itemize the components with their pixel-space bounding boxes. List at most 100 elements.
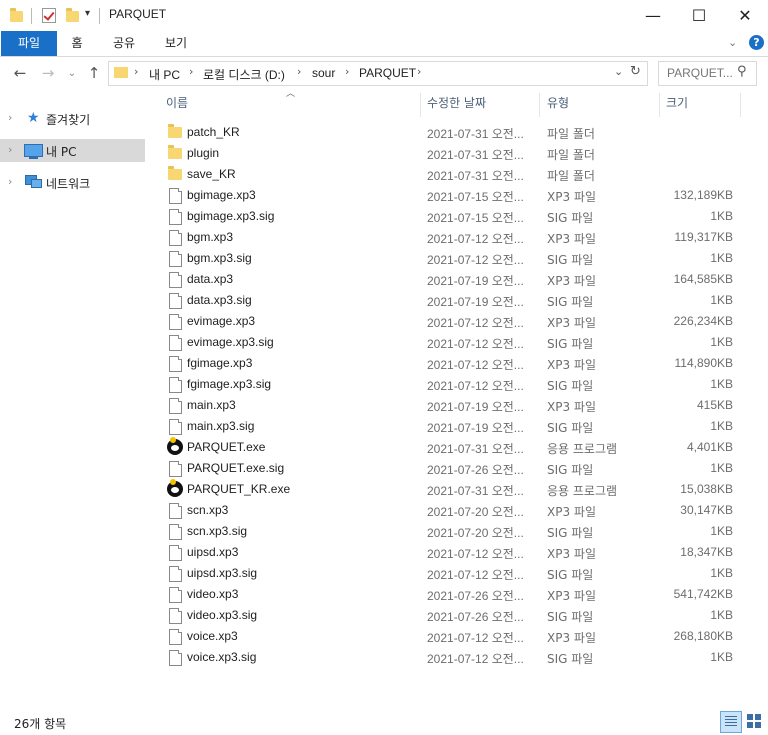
up-button[interactable]: ↑: [84, 62, 104, 84]
chevron-right-icon[interactable]: ›: [8, 111, 12, 124]
file-name: patch_KR: [187, 125, 240, 139]
file-name: PARQUET_KR.exe: [187, 482, 291, 496]
search-box[interactable]: ⚲: [658, 61, 757, 86]
file-icon: [169, 272, 182, 288]
customize-toolbar-icon[interactable]: ▾: [85, 8, 90, 19]
recent-locations-button[interactable]: ⌄: [62, 62, 82, 84]
file-row[interactable]: data.xp3 2021-07-19 오전... XP3 파일 164,585KB: [163, 269, 743, 290]
file-row[interactable]: fgimage.xp3.sig 2021-07-12 오전... SIG 파일 1KB: [163, 374, 743, 395]
tab-share[interactable]: 공유: [106, 31, 142, 56]
column-header-size[interactable]: 크기: [666, 94, 688, 118]
file-row[interactable]: fgimage.xp3 2021-07-12 오전... XP3 파일 114,890…: [163, 353, 743, 374]
nav-item-network[interactable]: › 네트워크: [0, 171, 145, 194]
file-size: 1KB: [710, 377, 733, 391]
file-size: 1KB: [710, 461, 733, 475]
search-input[interactable]: [665, 65, 737, 81]
help-button[interactable]: ?: [749, 35, 764, 50]
chevron-right-icon: ›: [189, 65, 194, 78]
file-name: bgimage.xp3: [187, 188, 256, 202]
chevron-right-icon[interactable]: ›: [8, 143, 12, 156]
column-header-type[interactable]: 유형: [547, 94, 569, 118]
file-row[interactable]: evimage.xp3.sig 2021-07-12 오전... SIG 파일 1KB: [163, 332, 743, 353]
file-row[interactable]: patch_KR 2021-07-31 오전... 파일 폴더: [163, 122, 743, 143]
file-type: SIG 파일: [547, 295, 594, 309]
file-size: 1KB: [710, 419, 733, 433]
breadcrumb-local-disk[interactable]: 로컬 디스크 (D:): [203, 66, 285, 83]
breadcrumb-parquet[interactable]: PARQUET: [359, 66, 416, 80]
search-icon[interactable]: ⚲: [737, 64, 747, 79]
file-row[interactable]: video.xp3 2021-07-26 오전... XP3 파일 541,742KB: [163, 584, 743, 605]
column-divider[interactable]: [539, 93, 540, 117]
file-row[interactable]: save_KR 2021-07-31 오전... 파일 폴더: [163, 164, 743, 185]
file-size: 1KB: [710, 566, 733, 580]
maximize-button[interactable]: ☐: [676, 0, 722, 31]
file-type: SIG 파일: [547, 421, 594, 435]
breadcrumb-sour[interactable]: sour: [312, 66, 335, 80]
file-row[interactable]: bgm.xp3.sig 2021-07-12 오전... SIG 파일 1KB: [163, 248, 743, 269]
address-dropdown-icon[interactable]: ⌄: [614, 65, 623, 78]
file-row[interactable]: PARQUET_KR.exe 2021-07-31 오전... 응용 프로그램 15,…: [163, 479, 743, 500]
file-icon: [169, 293, 182, 309]
file-row[interactable]: PARQUET.exe.sig 2021-07-26 오전... SIG 파일 1KB: [163, 458, 743, 479]
breadcrumb-this-pc[interactable]: 내 PC: [149, 66, 180, 83]
file-row[interactable]: voice.xp3.sig 2021-07-12 오전... SIG 파일 1KB: [163, 647, 743, 668]
back-button[interactable]: ←: [10, 62, 30, 84]
nav-item-this-pc[interactable]: › 내 PC: [0, 139, 145, 162]
large-icons-view-button[interactable]: [744, 711, 764, 731]
expand-ribbon-icon[interactable]: ⌄: [728, 36, 737, 49]
file-date: 2021-07-31 오전...: [427, 127, 524, 141]
chevron-right-icon[interactable]: ›: [8, 175, 12, 188]
tab-file[interactable]: 파일: [1, 31, 57, 56]
file-size: 15,038KB: [680, 482, 733, 496]
tab-home[interactable]: 홈: [64, 31, 90, 56]
file-date: 2021-07-12 오전...: [427, 253, 524, 267]
folder-icon[interactable]: [10, 8, 23, 22]
file-row[interactable]: plugin 2021-07-31 오전... 파일 폴더: [163, 143, 743, 164]
forward-button[interactable]: →: [38, 62, 58, 84]
file-type: SIG 파일: [547, 652, 594, 666]
file-size: 30,147KB: [680, 503, 733, 517]
file-icon: [169, 398, 182, 414]
file-name: data.xp3: [187, 272, 234, 286]
file-row[interactable]: main.xp3 2021-07-19 오전... XP3 파일 415KB: [163, 395, 743, 416]
file-row[interactable]: scn.xp3 2021-07-20 오전... XP3 파일 30,147KB: [163, 500, 743, 521]
details-view-button[interactable]: [720, 711, 742, 733]
tab-view[interactable]: 보기: [158, 31, 194, 56]
folder-icon: [168, 166, 182, 180]
column-divider[interactable]: [659, 93, 660, 117]
file-row[interactable]: evimage.xp3 2021-07-12 오전... XP3 파일 226,234…: [163, 311, 743, 332]
file-row[interactable]: main.xp3.sig 2021-07-19 오전... SIG 파일 1KB: [163, 416, 743, 437]
file-row[interactable]: video.xp3.sig 2021-07-26 오전... SIG 파일 1KB: [163, 605, 743, 626]
column-divider[interactable]: [740, 93, 741, 117]
file-row[interactable]: voice.xp3 2021-07-12 오전... XP3 파일 268,180KB: [163, 626, 743, 647]
column-header-name[interactable]: 이름: [166, 94, 188, 118]
file-type: 파일 폴더: [547, 169, 595, 183]
column-divider[interactable]: [420, 93, 421, 117]
file-row[interactable]: data.xp3.sig 2021-07-19 오전... SIG 파일 1KB: [163, 290, 743, 311]
properties-icon[interactable]: [42, 8, 56, 23]
file-row[interactable]: uipsd.xp3.sig 2021-07-12 오전... SIG 파일 1KB: [163, 563, 743, 584]
chevron-right-icon: ›: [345, 65, 350, 78]
arrow-right-icon: →: [41, 64, 55, 82]
file-size: 114,890KB: [674, 356, 734, 370]
file-date: 2021-07-12 오전...: [427, 358, 524, 372]
file-row[interactable]: uipsd.xp3 2021-07-12 오전... XP3 파일 18,347KB: [163, 542, 743, 563]
file-icon: [169, 650, 182, 666]
file-row[interactable]: bgm.xp3 2021-07-12 오전... XP3 파일 119,317KB: [163, 227, 743, 248]
file-type: XP3 파일: [547, 232, 596, 246]
close-button[interactable]: ✕: [722, 0, 768, 31]
address-bar[interactable]: › 내 PC › 로컬 디스크 (D:) › sour › PARQUET › …: [108, 61, 648, 86]
file-type: 응용 프로그램: [547, 484, 618, 498]
new-folder-icon[interactable]: [66, 8, 79, 22]
nav-item-favorites[interactable]: › ★ 즐겨찾기: [0, 107, 145, 130]
file-type: 파일 폴더: [547, 148, 595, 162]
file-row[interactable]: bgimage.xp3 2021-07-15 오전... XP3 파일 132,189…: [163, 185, 743, 206]
file-row[interactable]: PARQUET.exe 2021-07-31 오전... 응용 프로그램 4,401K…: [163, 437, 743, 458]
column-header-date[interactable]: 수정한 날짜: [427, 94, 486, 118]
file-date: 2021-07-31 오전...: [427, 169, 524, 183]
minimize-button[interactable]: —: [630, 0, 676, 31]
refresh-icon[interactable]: ↻: [630, 64, 641, 79]
file-row[interactable]: bgimage.xp3.sig 2021-07-15 오전... SIG 파일 1KB: [163, 206, 743, 227]
file-row[interactable]: scn.xp3.sig 2021-07-20 오전... SIG 파일 1KB: [163, 521, 743, 542]
file-size: 1KB: [710, 524, 733, 538]
